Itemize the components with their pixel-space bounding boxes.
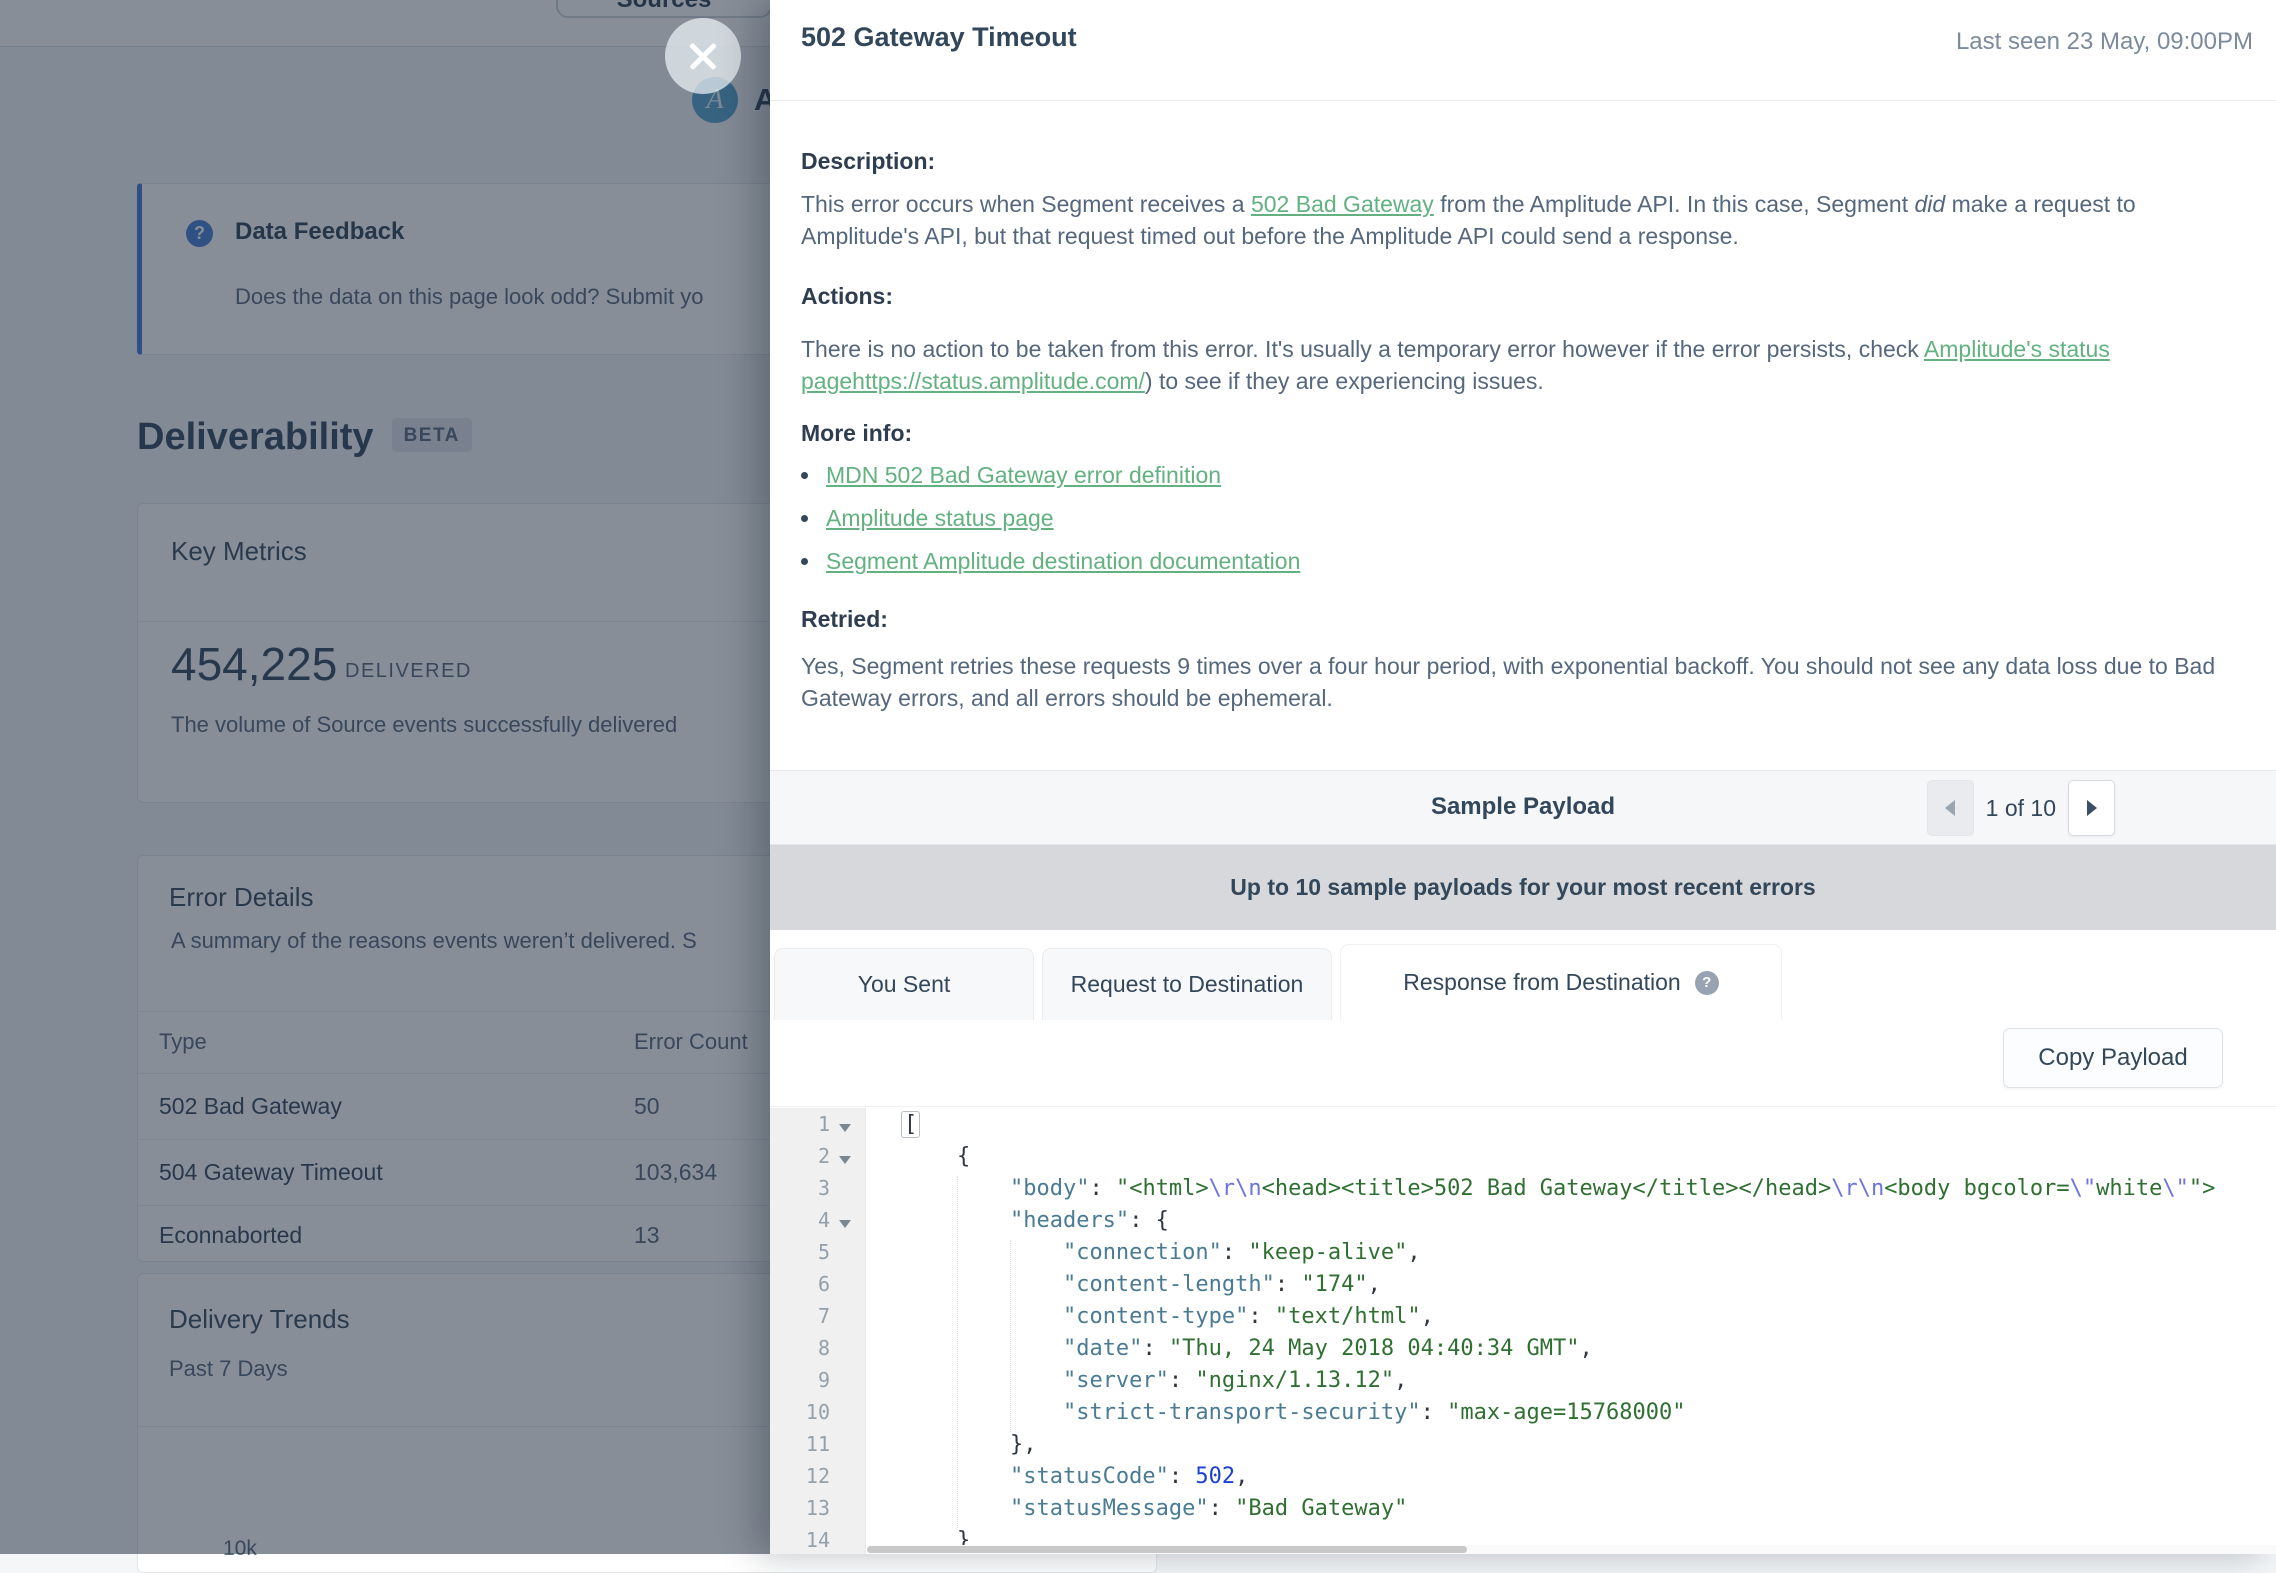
fold-spacer (830, 1432, 860, 1464)
code-line: "body": "<html>\r\n<head><title>502 Bad … (904, 1176, 2276, 1208)
fold-spacer (830, 1176, 860, 1208)
tab-you-sent[interactable]: You Sent (774, 948, 1034, 1020)
code-line: "server": "nginx/1.13.12", (904, 1368, 2276, 1400)
fold-spacer (830, 1496, 860, 1528)
code-line: [ (904, 1112, 2276, 1144)
tab-request-to-destination[interactable]: Request to Destination (1042, 948, 1332, 1020)
payload-tabs: You Sent Request to Destination Response… (770, 930, 2276, 1020)
gutter-line: 1 (770, 1112, 865, 1144)
fold-spacer (830, 1368, 860, 1400)
line-number: 14 (770, 1528, 830, 1554)
code-line: }, (904, 1432, 2276, 1464)
line-number: 9 (770, 1368, 830, 1400)
gutter-line: 10 (770, 1400, 865, 1432)
fold-spacer (830, 1528, 860, 1554)
payload-pager: 1 of 10 (1927, 780, 2115, 836)
code-gutter: 1234567891011121314 (770, 1108, 866, 1554)
help-icon[interactable]: ? (1695, 971, 1719, 995)
gutter-line: 4 (770, 1208, 865, 1240)
code-lines: [ { "body": "<html>\r\n<head><title>502 … (904, 1112, 2276, 1554)
code-line: "connection": "keep-alive", (904, 1240, 2276, 1272)
code-line: "statusCode": 502, (904, 1464, 2276, 1496)
link-amplitude-status[interactable]: Amplitude status page (826, 505, 1054, 531)
code-line: "content-type": "text/html", (904, 1304, 2276, 1336)
gutter-line: 6 (770, 1272, 865, 1304)
code-line: "strict-transport-security": "max-age=15… (904, 1400, 2276, 1432)
scrollbar-thumb[interactable] (867, 1546, 1467, 1553)
list-item: MDN 502 Bad Gateway error definition (822, 462, 1300, 505)
last-seen-timestamp: Last seen 23 May, 09:00PM (1956, 28, 2253, 56)
line-number: 2 (770, 1144, 830, 1176)
line-number: 1 (770, 1112, 830, 1144)
payload-info-banner: Up to 10 sample payloads for your most r… (770, 845, 2276, 930)
gutter-line: 14 (770, 1528, 865, 1554)
fold-toggle-icon[interactable] (830, 1208, 860, 1240)
horizontal-scrollbar[interactable] (867, 1545, 2276, 1554)
payload-page-indicator: 1 of 10 (1986, 795, 2056, 822)
link-segment-amplitude-docs[interactable]: Segment Amplitude destination documentat… (826, 548, 1300, 574)
fold-spacer (830, 1464, 860, 1496)
fold-toggle-icon[interactable] (830, 1144, 860, 1176)
line-number: 10 (770, 1400, 830, 1432)
line-number: 5 (770, 1240, 830, 1272)
fold-spacer (830, 1304, 860, 1336)
divider (770, 100, 2276, 101)
more-info-heading: More info: (801, 420, 912, 447)
chevron-left-icon (1945, 800, 1955, 816)
copy-payload-button[interactable]: Copy Payload (2003, 1028, 2223, 1088)
line-number: 4 (770, 1208, 830, 1240)
list-item: Amplitude status page (822, 505, 1300, 548)
fold-spacer (830, 1336, 860, 1368)
gutter-line: 5 (770, 1240, 865, 1272)
gutter-line: 13 (770, 1496, 865, 1528)
gutter-line: 7 (770, 1304, 865, 1336)
sample-payload-header: Sample Payload 1 of 10 (770, 770, 2276, 845)
line-number: 11 (770, 1432, 830, 1464)
code-line: "statusMessage": "Bad Gateway" (904, 1496, 2276, 1528)
fold-spacer (830, 1240, 860, 1272)
description-paragraph: This error occurs when Segment receives … (801, 188, 2199, 252)
tab-response-from-destination[interactable]: Response from Destination ? (1340, 944, 1782, 1020)
code-line: "content-length": "174", (904, 1272, 2276, 1304)
link-502-bad-gateway[interactable]: 502 Bad Gateway (1251, 191, 1434, 217)
code-line: "date": "Thu, 24 May 2018 04:40:34 GMT", (904, 1336, 2276, 1368)
line-number: 3 (770, 1176, 830, 1208)
panel-title: 502 Gateway Timeout (801, 22, 1077, 53)
retried-paragraph: Yes, Segment retries these requests 9 ti… (801, 650, 2221, 714)
actions-paragraph: There is no action to be taken from this… (801, 333, 2201, 397)
payload-code-editor[interactable]: 1234567891011121314 [ { "body": "<html>\… (770, 1108, 2276, 1554)
more-info-list: MDN 502 Bad Gateway error definition Amp… (822, 462, 1300, 591)
line-number: 12 (770, 1464, 830, 1496)
retried-heading: Retried: (801, 606, 888, 633)
gutter-line: 12 (770, 1464, 865, 1496)
fold-toggle-icon[interactable] (830, 1112, 860, 1144)
line-number: 8 (770, 1336, 830, 1368)
gutter-line: 3 (770, 1176, 865, 1208)
link-mdn-502-definition[interactable]: MDN 502 Bad Gateway error definition (826, 462, 1221, 488)
gutter-line: 11 (770, 1432, 865, 1464)
line-number: 7 (770, 1304, 830, 1336)
gutter-line: 8 (770, 1336, 865, 1368)
code-line: "headers": { (904, 1208, 2276, 1240)
fold-spacer (830, 1400, 860, 1432)
previous-payload-button[interactable] (1927, 780, 1974, 836)
chevron-right-icon (2087, 800, 2097, 816)
error-detail-panel: 502 Gateway Timeout Last seen 23 May, 09… (770, 0, 2276, 1554)
gutter-line: 2 (770, 1144, 865, 1176)
line-number: 13 (770, 1496, 830, 1528)
gutter-line: 9 (770, 1368, 865, 1400)
divider (770, 1106, 2276, 1107)
description-heading: Description: (801, 148, 935, 175)
actions-heading: Actions: (801, 283, 893, 310)
line-number: 6 (770, 1272, 830, 1304)
list-item: Segment Amplitude destination documentat… (822, 548, 1300, 591)
next-payload-button[interactable] (2068, 780, 2115, 836)
code-line: { (904, 1144, 2276, 1176)
fold-spacer (830, 1272, 860, 1304)
close-button[interactable] (665, 18, 741, 94)
